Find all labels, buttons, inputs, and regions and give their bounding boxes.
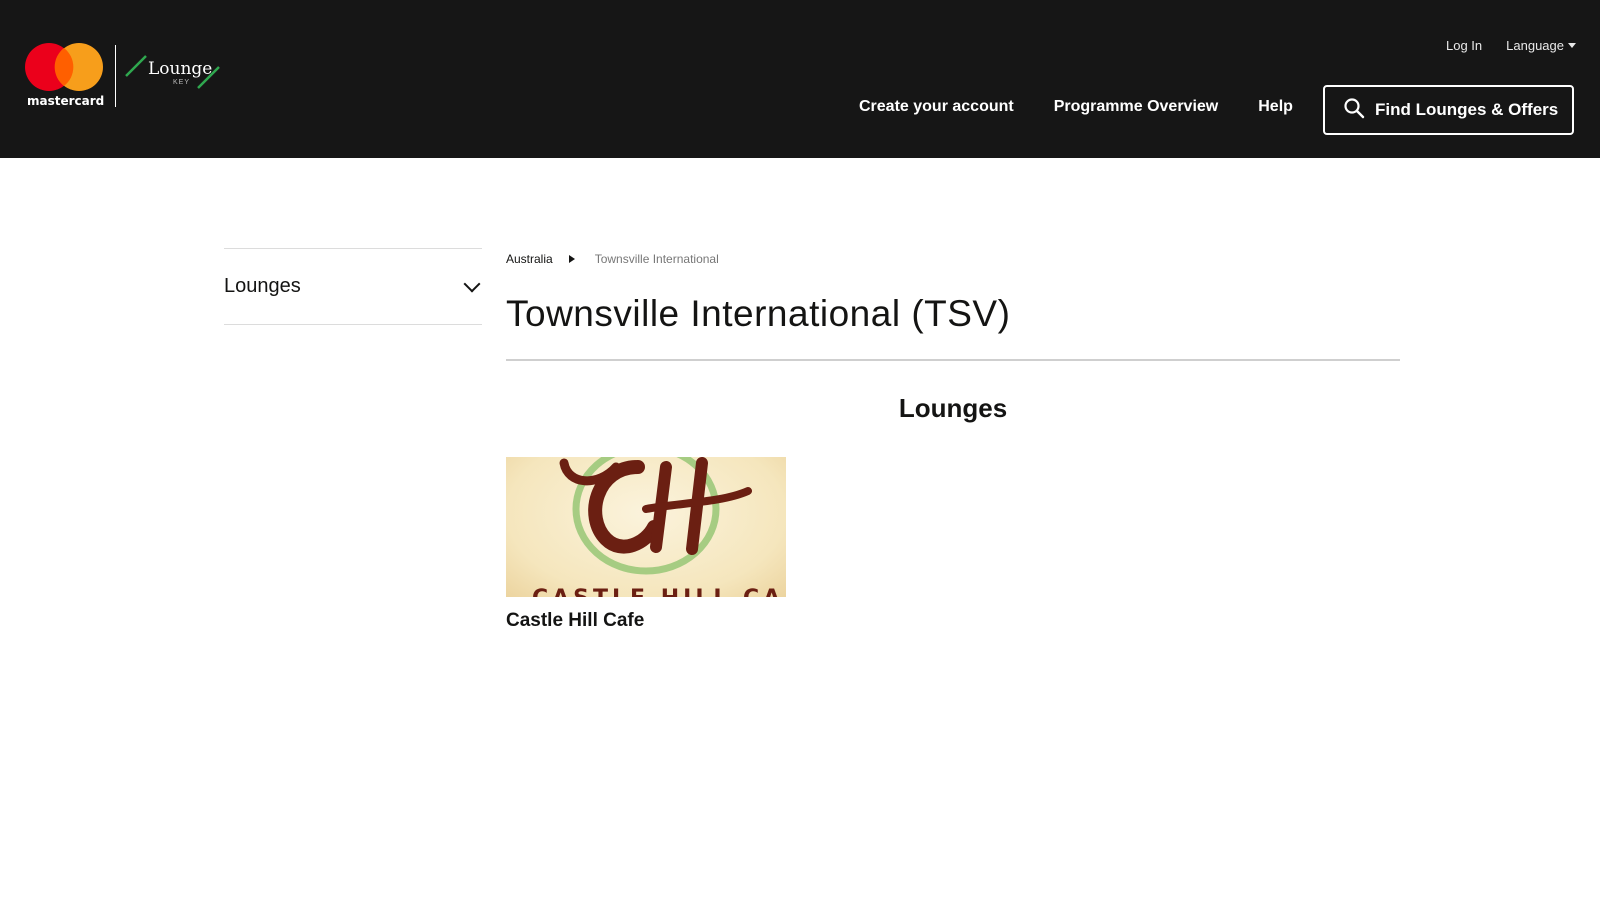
section-title: Lounges bbox=[898, 393, 1008, 423]
language-label: Language bbox=[1506, 38, 1564, 53]
brand-logo[interactable]: mastercard Lounge KEY bbox=[24, 42, 224, 110]
lounge-image[interactable]: CASTLE HILL CAFE bbox=[506, 457, 786, 597]
mastercard-wordmark: mastercard bbox=[27, 94, 105, 108]
chevron-down-icon bbox=[463, 275, 481, 292]
loungekey-sub: KEY bbox=[173, 79, 191, 86]
breadcrumb: Australia Townsville International bbox=[506, 248, 1400, 270]
search-icon bbox=[1343, 97, 1365, 124]
lounge-image-logo-text: CASTLE HILL CAFE bbox=[532, 586, 786, 597]
find-lounges-button[interactable]: Find Lounges & Offers bbox=[1323, 85, 1574, 135]
main-content: Australia Townsville International Towns… bbox=[506, 248, 1400, 631]
lounge-card[interactable]: CASTLE HILL CAFE Castle Hill Cafe bbox=[506, 457, 786, 632]
loungekey-logo: Lounge KEY bbox=[124, 42, 224, 110]
mastercard-logo: mastercard bbox=[24, 42, 106, 110]
nav-programme-overview[interactable]: Programme Overview bbox=[1054, 98, 1219, 116]
lounge-name[interactable]: Castle Hill Cafe bbox=[506, 610, 786, 632]
breadcrumb-australia[interactable]: Australia bbox=[506, 252, 553, 266]
nav-help[interactable]: Help bbox=[1258, 98, 1293, 116]
page-title: Townsville International (TSV) bbox=[506, 293, 1011, 334]
logo-divider bbox=[115, 45, 116, 107]
find-lounges-label: Find Lounges & Offers bbox=[1375, 100, 1559, 119]
breadcrumb-current: Townsville International bbox=[594, 252, 719, 266]
sidebar-item-label: Lounges bbox=[224, 275, 301, 297]
title-divider bbox=[506, 359, 1400, 361]
breadcrumb-arrow-icon bbox=[568, 255, 575, 263]
sidebar: Lounges bbox=[224, 248, 482, 325]
login-link[interactable]: Log In bbox=[1446, 38, 1482, 53]
nav-create-account[interactable]: Create your account bbox=[859, 98, 1014, 116]
sidebar-item-lounges[interactable]: Lounges bbox=[224, 249, 482, 325]
loungekey-wordmark: Lounge bbox=[148, 59, 213, 79]
main-nav: Create your account Programme Overview H… bbox=[859, 98, 1293, 116]
caret-down-icon bbox=[1568, 43, 1576, 48]
site-header: mastercard Lounge KEY Log In Language Cr… bbox=[0, 0, 1600, 158]
utility-nav: Log In Language bbox=[1446, 38, 1576, 53]
language-dropdown[interactable]: Language bbox=[1506, 38, 1576, 53]
